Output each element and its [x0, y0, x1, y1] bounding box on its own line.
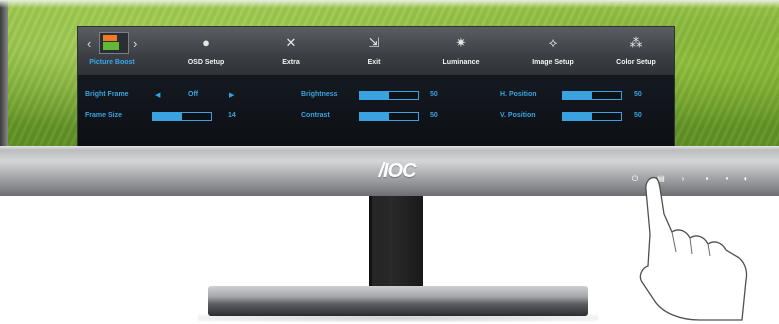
slider-fill — [360, 92, 389, 99]
frame-size-value: 14 — [228, 112, 236, 119]
bezel-highlight — [0, 146, 779, 150]
v-position-value: 50 — [634, 112, 642, 119]
tab-label: Image Setup — [532, 59, 574, 66]
stand-neck-highlight — [372, 196, 388, 292]
color-setup-icon: ⁂ — [629, 35, 643, 50]
luminance-icon: ✷ — [455, 35, 467, 50]
tab-label: Extra — [282, 59, 300, 66]
extra-icon: ✕ — [285, 35, 297, 50]
bright-frame-value[interactable]: Off — [188, 91, 198, 98]
orange-block — [103, 35, 117, 41]
tab-image-setup[interactable]: ⟡ Image Setup — [508, 27, 598, 75]
chevron-left-icon[interactable]: ‹ — [87, 36, 91, 51]
bright-frame-label: Bright Frame — [85, 91, 129, 98]
slider-fill — [563, 92, 592, 99]
screen-top-band — [0, 0, 779, 8]
frame-size-slider[interactable] — [152, 112, 212, 121]
pointing-hand-icon — [639, 176, 748, 321]
brightness-slider[interactable] — [359, 91, 419, 100]
screen-edge — [0, 0, 8, 152]
osd-settings-panel: Bright Frame ◀ Off ▶ Frame Size 14 Brigh… — [78, 75, 674, 147]
slider-fill — [360, 113, 389, 120]
slider-fill — [563, 113, 592, 120]
chevron-right-icon[interactable]: › — [133, 36, 137, 51]
tab-exit[interactable]: ⇲ Exit — [340, 27, 408, 75]
tab-extra[interactable]: ✕ Extra — [256, 27, 326, 75]
tab-label: Exit — [367, 59, 381, 66]
image-setup-icon: ⟡ — [548, 35, 558, 50]
osd-menu: ‹ › Picture Boost ● OSD Setup ✕ Extra ⇲ … — [77, 26, 675, 148]
h-position-slider[interactable] — [562, 91, 622, 100]
v-position-label: V. Position — [500, 112, 536, 119]
tab-label: Picture Boost — [89, 59, 135, 66]
contrast-label: Contrast — [301, 112, 330, 119]
triangle-right-icon[interactable]: ▶ — [229, 91, 234, 99]
slider-fill — [153, 113, 182, 120]
stand-shadow — [198, 314, 598, 322]
exit-icon: ⇲ — [368, 35, 380, 50]
triangle-left-icon[interactable]: ◀ — [155, 91, 160, 99]
stand-base — [208, 286, 588, 316]
monitor-scene: ‹ › Picture Boost ● OSD Setup ✕ Extra ⇲ … — [0, 0, 779, 324]
contrast-value: 50 — [430, 112, 438, 119]
h-position-value: 50 — [634, 91, 642, 98]
brand-logo: /IOC — [378, 160, 416, 182]
green-block — [103, 42, 119, 50]
tab-luminance[interactable]: ✷ Luminance — [418, 27, 504, 75]
hand-shape — [639, 176, 748, 321]
tab-label: OSD Setup — [187, 59, 225, 66]
osd-tab-bar: ‹ › Picture Boost ● OSD Setup ✕ Extra ⇲ … — [78, 27, 674, 75]
tab-color-setup[interactable]: ⁂ Color Setup — [598, 27, 674, 75]
tab-osd-setup[interactable]: ● OSD Setup — [170, 27, 242, 75]
v-position-slider[interactable] — [562, 112, 622, 121]
tab-label: Luminance — [442, 59, 480, 66]
tab-picture-boost[interactable]: ‹ › Picture Boost — [80, 27, 144, 75]
frame-size-label: Frame Size — [85, 112, 122, 119]
osd-setup-icon: ● — [202, 35, 210, 50]
picture-boost-icon — [99, 32, 129, 54]
brightness-value: 50 — [430, 91, 438, 98]
tab-label: Color Setup — [616, 59, 656, 66]
h-position-label: H. Position — [500, 91, 537, 98]
contrast-slider[interactable] — [359, 112, 419, 121]
brightness-label: Brightness — [301, 91, 338, 98]
